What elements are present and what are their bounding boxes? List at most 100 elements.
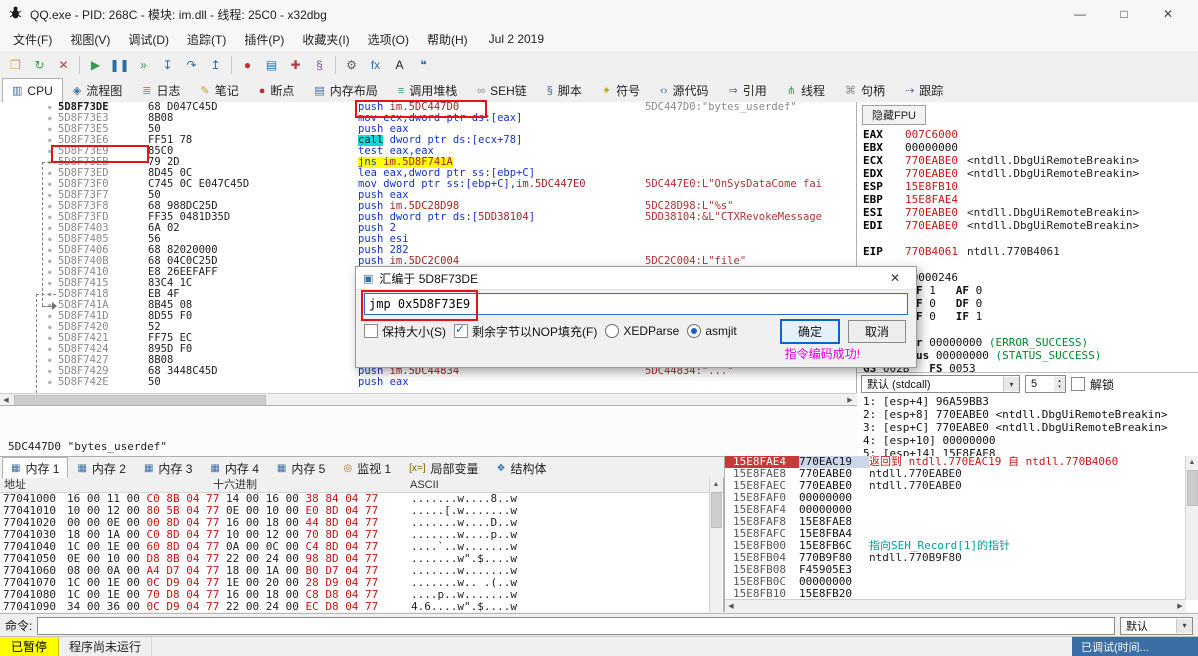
asmjit-option[interactable]: asmjit (687, 324, 737, 338)
scroll-up-icon[interactable]: ▲ (710, 478, 722, 490)
disasm-row[interactable]: ● 5D8F73E9 85C0 test eax,eax (0, 146, 856, 157)
tab-trace[interactable]: ⇢ 跟踪 (895, 78, 953, 102)
unlock-checkbox[interactable] (1071, 377, 1085, 391)
register-value[interactable]: 007C6000 (905, 128, 958, 141)
argument-row[interactable]: 2: [esp+8] 770EABE0 <ntdll.DbgUiRemoteBr… (857, 408, 1198, 421)
calling-convention-select[interactable]: 默认 (stdcall) ▾ (861, 375, 1020, 393)
tab-memory-1[interactable]: ▦ 内存 1 (2, 457, 69, 480)
stack-row[interactable]: 15E8FB04 770B9F80 ntdll.770B9F80 (725, 552, 1198, 564)
disasm-row[interactable]: ● 5D8F73E6 FF51 78 call dword ptr ds:[ecx+7… (0, 135, 856, 146)
open-file-icon[interactable]: ❐ (4, 54, 27, 76)
tab-seh[interactable]: ∞ SEH链 (467, 78, 537, 102)
stack-row[interactable]: 15E8FB08 F45905E3 (725, 564, 1198, 576)
disasm-row[interactable]: ● 5D8F73EB 79 2D jns im.5D8F741A (0, 157, 856, 168)
menu-item[interactable]: 收藏夹(I) (293, 28, 358, 51)
tab-memory-3[interactable]: ▦ 内存 3 (135, 457, 201, 479)
breakpoint-dot-icon[interactable]: ● (48, 179, 52, 190)
step-into-icon[interactable]: ↧ (156, 54, 179, 76)
tab-source[interactable]: ‹› 源代码 (650, 78, 718, 102)
register-value[interactable]: 770B4061 (905, 245, 958, 258)
disasm-row[interactable]: ● 5D8F7403 6A 02 push 2 (0, 223, 856, 234)
tab-handles[interactable]: ⌘ 句柄 (835, 78, 895, 102)
disasm-row[interactable]: ● 5D8F742E 50 push eax (0, 377, 856, 388)
breakpoint-dot-icon[interactable]: ● (48, 113, 52, 124)
stack-row[interactable]: 15E8FAF8 15E8FAE8 (725, 516, 1198, 528)
menu-item[interactable]: 追踪(T) (178, 28, 235, 51)
breakpoint-dot-icon[interactable]: ● (48, 344, 52, 355)
scroll-up-icon[interactable]: ▲ (1186, 456, 1198, 468)
tab-references[interactable]: ⇒ 引用 (718, 78, 776, 102)
register-line[interactable]: ESP 15E8FB10 (857, 180, 1198, 193)
flag-value[interactable]: 0 (969, 284, 1002, 297)
argument-count-stepper[interactable]: 5 ▴ ▾ (1025, 375, 1066, 393)
memory-map-icon[interactable]: ▤ (260, 54, 283, 76)
run-icon[interactable]: ▶ (84, 54, 107, 76)
breakpoint-dot-icon[interactable]: ● (48, 366, 52, 377)
menu-item[interactable]: 视图(V) (61, 28, 119, 51)
flag-value[interactable]: 0 (923, 310, 956, 323)
dialog-titlebar[interactable]: ▣ 汇编于 5D8F73DE ✕ (356, 267, 916, 290)
register-value[interactable]: 15E8FB10 (905, 180, 958, 193)
font-icon[interactable]: A (388, 54, 411, 76)
stack-row[interactable]: 15E8FAE8 770EABE0 ntdll.770EABE0 (725, 468, 1198, 480)
nop-fill-option[interactable]: 剩余字节以NOP填充(F) (454, 322, 597, 340)
register-line[interactable]: ECX 770EABE0 <ntdll.DbgUiRemoteBreakin> (857, 154, 1198, 167)
asmjit-radio[interactable] (687, 324, 702, 338)
minimize-button[interactable]: — (1058, 1, 1102, 28)
scroll-thumb[interactable] (710, 492, 722, 528)
breakpoint-dot-icon[interactable]: ● (48, 311, 52, 322)
menu-item[interactable]: 插件(P) (235, 28, 293, 51)
disasm-row[interactable]: ● 5D8F7406 68 82020000 push 282 (0, 245, 856, 256)
hide-fpu-button[interactable]: 隐藏FPU (862, 105, 926, 125)
close-icon[interactable]: ✕ (52, 54, 75, 76)
breakpoint-dot-icon[interactable]: ● (48, 267, 52, 278)
stack-vscrollbar[interactable]: ▲ (1185, 456, 1198, 600)
disasm-row[interactable]: ● 5D8F73F0 C745 0C E047C45D mov dword ptr s… (0, 179, 856, 190)
segment-value[interactable]: 0053 (942, 362, 995, 372)
stack-row[interactable]: 15E8FAF4 00000000 (725, 504, 1198, 516)
breakpoint-dot-icon[interactable]: ● (48, 333, 52, 344)
pause-icon[interactable]: ❚❚ (108, 54, 131, 76)
disasm-row[interactable]: ● 5D8F73ED 8D45 0C lea eax,dword ptr ss:[eb… (0, 168, 856, 179)
breakpoint-dot-icon[interactable]: ● (48, 157, 52, 168)
run-to-return-icon[interactable]: ↥ (204, 54, 227, 76)
tab-locals[interactable]: [x=] 局部变量 (400, 457, 487, 479)
tab-memory-map[interactable]: ▤ 内存布局 (304, 78, 387, 102)
stack-row[interactable]: 15E8FAFC 15E8FBA4 (725, 528, 1198, 540)
register-line[interactable]: EDX 770EABE0 <ntdll.DbgUiRemoteBreakin> (857, 167, 1198, 180)
breakpoint-dot-icon[interactable]: ● (48, 201, 52, 212)
xedparse-option[interactable]: XEDParse (605, 324, 679, 338)
breakpoint-dot-icon[interactable]: ● (48, 135, 52, 146)
stack-row[interactable]: 15E8FB00 15E8FB6C 指向SEH_Record[1]的指针 (725, 540, 1198, 552)
breakpoint-dot-icon[interactable]: ● (48, 124, 52, 135)
tab-graph[interactable]: ◈ 流程图 (63, 78, 132, 102)
tab-memory-2[interactable]: ▦ 内存 2 (68, 457, 134, 479)
command-input[interactable] (37, 616, 1115, 635)
menu-item[interactable]: 调试(D) (119, 28, 178, 51)
register-line[interactable]: ESI 770EABE0 <ntdll.DbgUiRemoteBreakin> (857, 206, 1198, 219)
tab-script[interactable]: § 脚本 (537, 78, 592, 102)
argument-row[interactable]: 4: [esp+10] 00000000 (857, 434, 1198, 447)
breakpoint-dot-icon[interactable]: ● (48, 322, 52, 333)
chevron-down-icon[interactable]: ▾ (1003, 377, 1019, 391)
register-line[interactable]: EBP 15E8FAE4 (857, 193, 1198, 206)
flag-value[interactable]: 1 (969, 310, 1002, 323)
keep-size-option[interactable]: 保持大小(S) (364, 323, 446, 340)
dump-vscrollbar[interactable]: ▲ (709, 478, 722, 612)
register-line[interactable]: EBX 00000000 (857, 141, 1198, 154)
stack-hscrollbar[interactable]: ◀ ▶ (725, 599, 1186, 612)
stack-row[interactable]: 15E8FB0C 00000000 (725, 576, 1198, 588)
register-line[interactable]: EDI 770EABE0 <ntdll.DbgUiRemoteBreakin> (857, 219, 1198, 232)
disasm-row[interactable]: ● 5D8F73E3 8B08 mov ecx,dword ptr ds:[eax] (0, 113, 856, 124)
disasm-row[interactable]: ● 5D8F73DE 68 D047C45D push im.5DC447D0 5DC4… (0, 102, 856, 113)
scroll-right-icon[interactable]: ▶ (1174, 600, 1186, 612)
dialog-close-icon[interactable]: ✕ (881, 271, 909, 285)
breakpoint-dot-icon[interactable]: ● (48, 355, 52, 366)
help-chat-icon[interactable]: ❝ (412, 54, 435, 76)
menu-item[interactable]: 帮助(H) (418, 28, 477, 51)
step-over-icon[interactable]: ↷ (180, 54, 203, 76)
flag-value[interactable]: 1 (923, 284, 956, 297)
stack-row[interactable]: 15E8FAE4 770EAC19 返回到 ntdll.770EAC19 自 ntd… (725, 456, 1198, 468)
close-button[interactable]: ✕ (1146, 1, 1190, 28)
restart-icon[interactable]: ↻ (28, 54, 51, 76)
